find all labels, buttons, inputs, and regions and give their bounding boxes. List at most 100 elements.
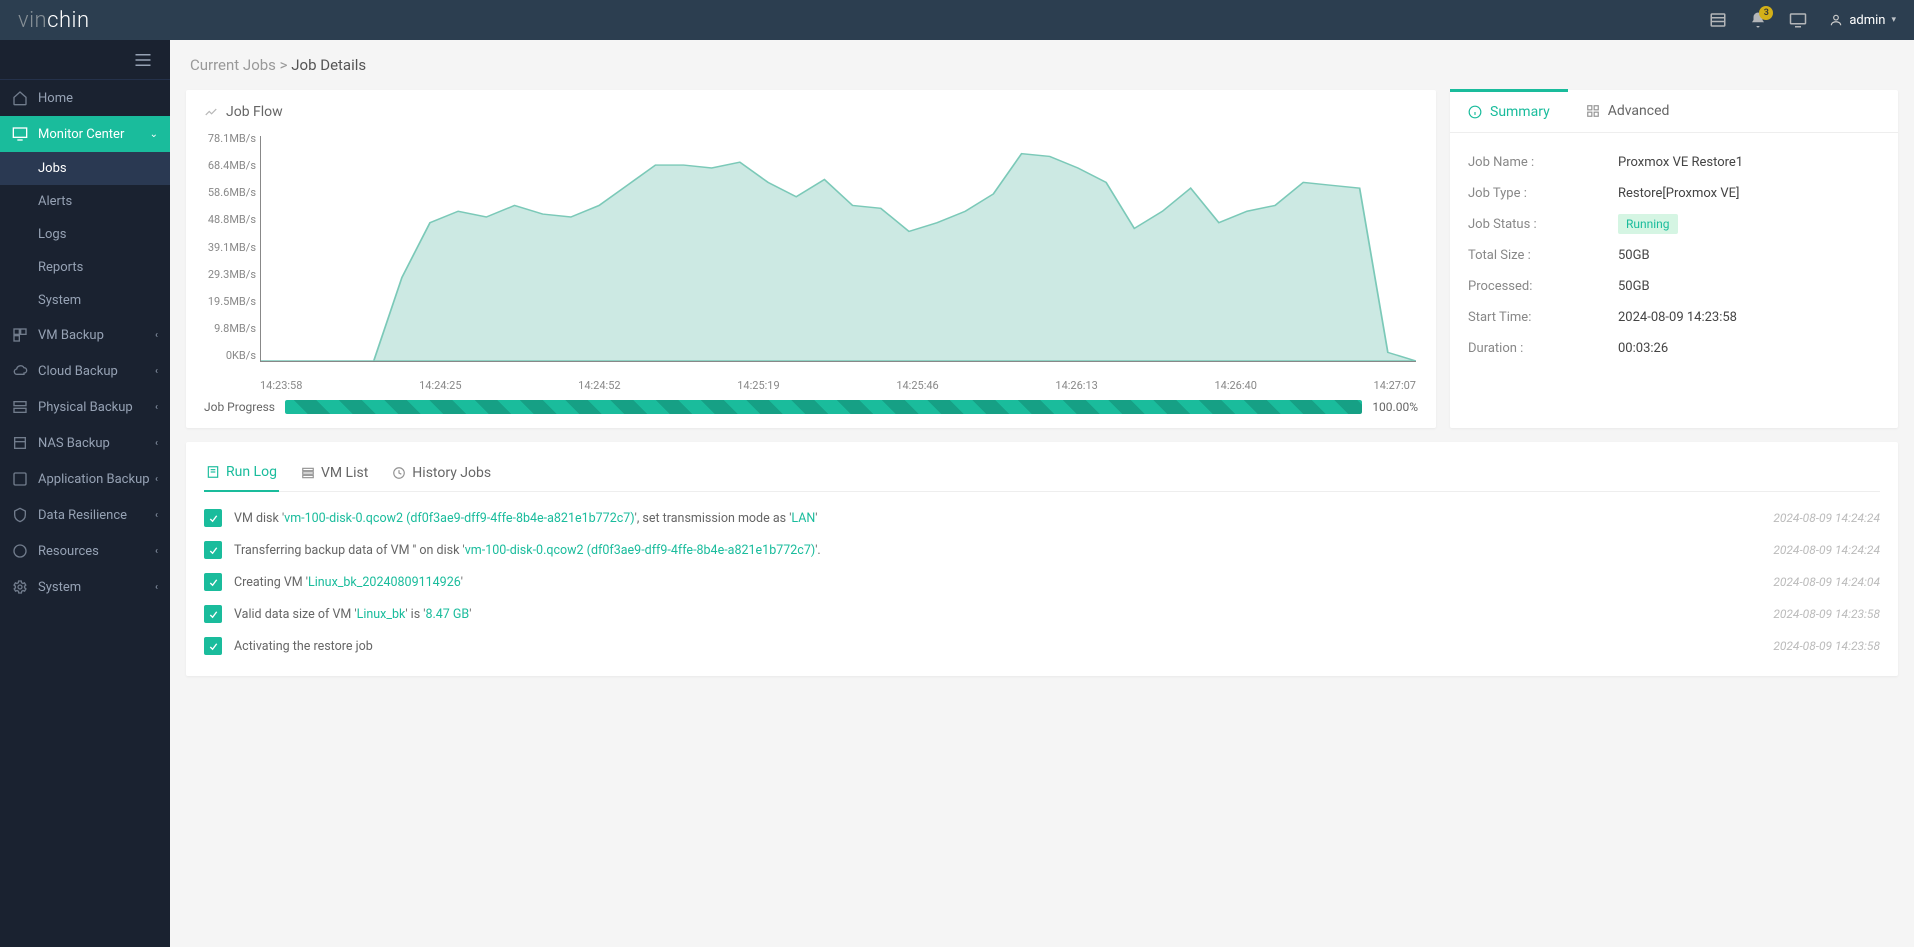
menu-resources[interactable]: Resources ‹	[0, 533, 170, 569]
summary-row-processed: Processed: 50GB	[1468, 271, 1880, 302]
check-icon	[204, 509, 222, 527]
submenu-jobs[interactable]: Jobs	[0, 152, 170, 185]
summary-label: Job Type :	[1468, 186, 1618, 201]
menu-monitor-center[interactable]: Monitor Center ⌄	[0, 116, 170, 152]
summary-value: 2024-08-09 14:23:58	[1618, 310, 1737, 325]
check-icon	[204, 541, 222, 559]
topbar-icons: 3 admin ▾	[1709, 11, 1896, 29]
log-list: VM disk 'vm-100-disk-0.qcow2 (df0f3ae9-d…	[204, 492, 1880, 662]
menu-system[interactable]: System ‹	[0, 569, 170, 605]
info-icon	[1468, 105, 1482, 119]
submenu-logs-label: Logs	[38, 227, 66, 242]
summary-value: 00:03:26	[1618, 341, 1668, 356]
tab-run-log[interactable]: Run Log	[204, 456, 279, 492]
menu-vm-label: VM Backup	[38, 328, 104, 343]
screen-icon[interactable]	[1789, 11, 1807, 29]
breadcrumb-current: Job Details	[291, 56, 366, 74]
job-flow-title-text: Job Flow	[226, 104, 283, 120]
chevron-left-icon: ‹	[155, 546, 158, 557]
cloud-icon	[12, 363, 28, 379]
check-icon	[204, 605, 222, 623]
gear-icon	[12, 579, 28, 595]
server-icon	[12, 399, 28, 415]
menu-data-resilience[interactable]: Data Resilience ‹	[0, 497, 170, 533]
breadcrumb-parent[interactable]: Current Jobs	[190, 56, 276, 74]
tab-advanced-label: Advanced	[1608, 103, 1670, 119]
tab-history-label: History Jobs	[412, 465, 491, 481]
menu-physical-label: Physical Backup	[38, 400, 133, 415]
chevron-left-icon: ‹	[155, 582, 158, 593]
y-tick: 19.5MB/s	[204, 295, 256, 308]
nas-icon	[12, 435, 28, 451]
x-tick: 14:25:19	[737, 379, 779, 392]
tab-summary[interactable]: Summary	[1450, 89, 1568, 132]
sidebar-toggle[interactable]	[0, 40, 170, 80]
chevron-left-icon: ‹	[155, 366, 158, 377]
summary-label: Total Size :	[1468, 248, 1618, 263]
summary-row-job-type: Job Type : Restore[Proxmox VE]	[1468, 178, 1880, 209]
submenu-system[interactable]: System	[0, 284, 170, 317]
chevron-left-icon: ‹	[155, 510, 158, 521]
menu-physical-backup[interactable]: Physical Backup ‹	[0, 389, 170, 425]
x-tick: 14:26:13	[1055, 379, 1097, 392]
menu-nas-backup[interactable]: NAS Backup ‹	[0, 425, 170, 461]
job-flow-title: Job Flow	[204, 104, 1418, 120]
bell-badge: 3	[1759, 6, 1773, 20]
check-icon	[204, 573, 222, 591]
vm-icon	[12, 327, 28, 343]
log-icon	[206, 465, 220, 479]
job-flow-card: Job Flow 78.1MB/s68.4MB/s58.6MB/s48.8MB/…	[186, 90, 1436, 428]
menu-home[interactable]: Home	[0, 80, 170, 116]
progress-row: Job Progress 100.00%	[204, 400, 1418, 414]
chevron-left-icon: ‹	[155, 330, 158, 341]
x-tick: 14:25:46	[896, 379, 938, 392]
progress-label: Job Progress	[204, 400, 275, 414]
submenu-logs[interactable]: Logs	[0, 218, 170, 251]
menu-application-backup[interactable]: Application Backup ‹	[0, 461, 170, 497]
x-tick: 14:24:52	[578, 379, 620, 392]
list-icon[interactable]	[1709, 11, 1727, 29]
y-tick: 68.4MB/s	[204, 159, 256, 172]
summary-label: Start Time:	[1468, 310, 1618, 325]
log-row: Transferring backup data of VM '' on dis…	[204, 534, 1880, 566]
summary-card: Summary Advanced Job Name : Proxmox VE R…	[1450, 90, 1898, 428]
submenu-alerts[interactable]: Alerts	[0, 185, 170, 218]
menu-resources-label: Resources	[38, 544, 99, 559]
log-timestamp: 2024-08-09 14:24:04	[1773, 575, 1880, 589]
submenu-reports-label: Reports	[38, 260, 83, 275]
logo: vinchin	[18, 8, 90, 33]
bell-icon[interactable]: 3	[1749, 11, 1767, 29]
user-label: admin	[1849, 13, 1885, 28]
tab-advanced[interactable]: Advanced	[1568, 90, 1688, 132]
chevron-left-icon: ‹	[155, 402, 158, 413]
summary-value: Proxmox VE Restore1	[1618, 155, 1743, 170]
user-menu[interactable]: admin ▾	[1829, 13, 1896, 28]
tab-history-jobs[interactable]: History Jobs	[390, 456, 493, 491]
menu-cloud-backup[interactable]: Cloud Backup ‹	[0, 353, 170, 389]
tab-vm-list[interactable]: VM List	[299, 456, 370, 491]
x-tick: 14:27:07	[1374, 379, 1416, 392]
progress-bar-wrap	[285, 400, 1362, 414]
log-row: Valid data size of VM 'Linux_bk' is '8.4…	[204, 598, 1880, 630]
menu-nas-label: NAS Backup	[38, 436, 110, 451]
menu-app-label: Application Backup	[38, 472, 150, 487]
menu-system-label: System	[38, 580, 81, 595]
menu-monitor-label: Monitor Center	[38, 127, 124, 142]
status-badge: Running	[1618, 214, 1678, 234]
tab-summary-label: Summary	[1490, 104, 1550, 120]
submenu-alerts-label: Alerts	[38, 194, 72, 209]
monitor-icon	[12, 126, 28, 142]
grid-icon	[1586, 104, 1600, 118]
progress-bar	[285, 400, 1362, 414]
app-icon	[12, 471, 28, 487]
menu-resilience-label: Data Resilience	[38, 508, 127, 523]
menu-vm-backup[interactable]: VM Backup ‹	[0, 317, 170, 353]
submenu-reports[interactable]: Reports	[0, 251, 170, 284]
y-tick: 29.3MB/s	[204, 268, 256, 281]
y-tick: 39.1MB/s	[204, 241, 256, 254]
check-icon	[204, 637, 222, 655]
chart-y-labels: 78.1MB/s68.4MB/s58.6MB/s48.8MB/s39.1MB/s…	[204, 132, 256, 362]
main: Current Jobs > Job Details Job Flow 78.1…	[170, 40, 1914, 947]
log-text: Creating VM 'Linux_bk_20240809114926'	[234, 575, 1773, 590]
breadcrumb-sep: >	[280, 56, 288, 74]
